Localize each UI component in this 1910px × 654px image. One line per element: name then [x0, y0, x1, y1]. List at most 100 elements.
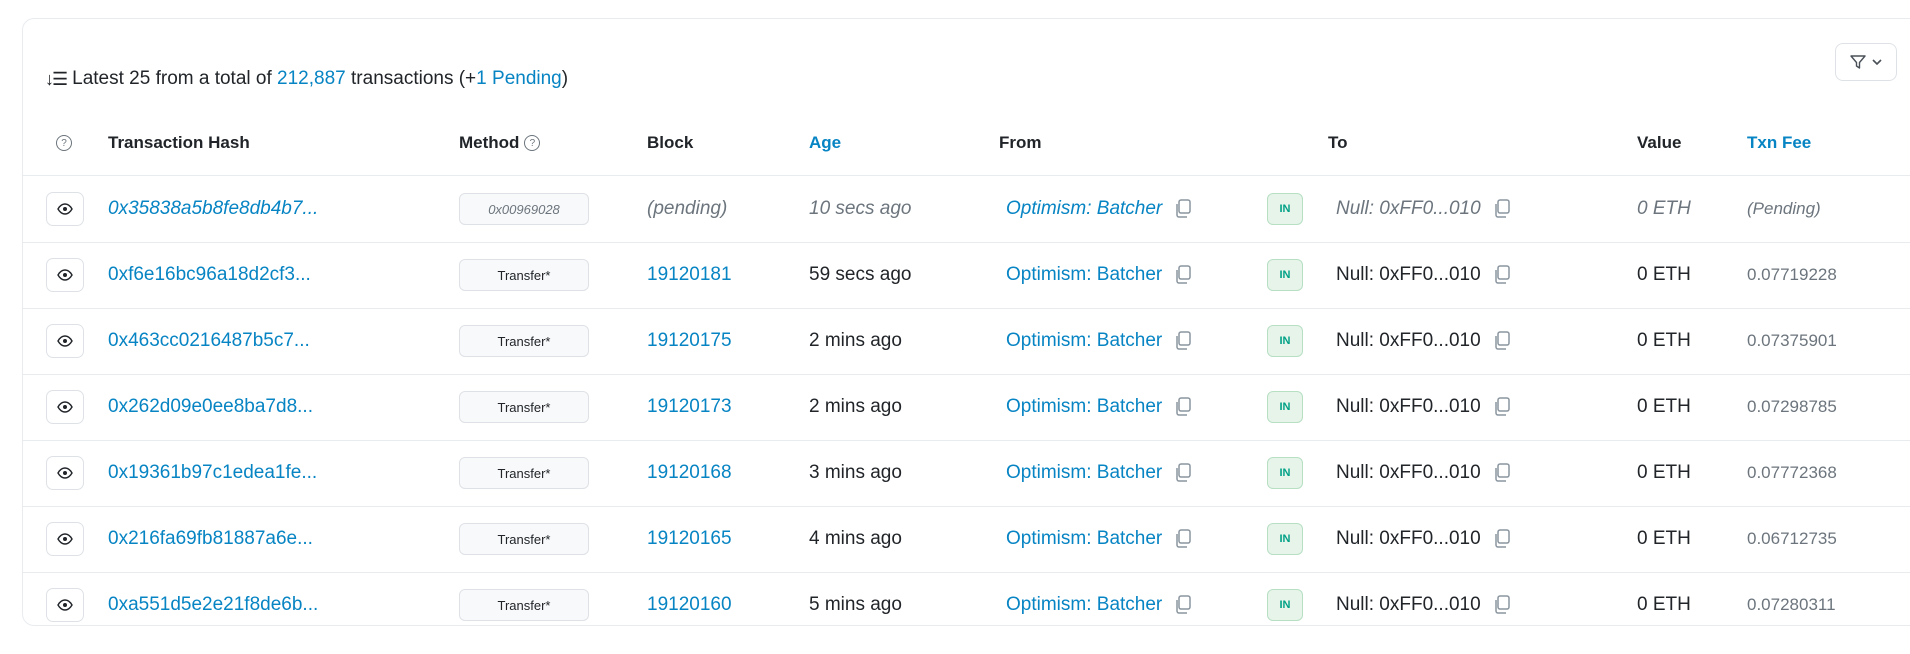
copy-icon[interactable]	[1174, 595, 1192, 615]
copy-icon[interactable]	[1493, 529, 1511, 549]
copy-icon[interactable]	[1493, 265, 1511, 285]
hash-column-header: Transaction Hash	[108, 133, 250, 152]
age-text: 2 mins ago	[809, 330, 902, 351]
view-details-button[interactable]	[46, 456, 84, 490]
transaction-hash-link[interactable]: 0x35838a5b8fe8db4b7...	[108, 176, 318, 242]
block-link[interactable]: 19120181	[647, 242, 732, 308]
filter-icon	[1850, 55, 1866, 69]
total-transactions-link[interactable]: 212,887	[277, 68, 346, 90]
fee-column-header[interactable]: Txn Fee	[1747, 111, 1811, 175]
copy-icon[interactable]	[1493, 463, 1511, 483]
view-details-button[interactable]	[46, 324, 84, 358]
view-details-button[interactable]	[46, 588, 84, 622]
direction-badge: IN	[1267, 193, 1303, 225]
filter-button[interactable]	[1835, 43, 1897, 81]
transaction-hash-link[interactable]: 0x262d09e0ee8ba7d8...	[108, 374, 313, 440]
copy-icon[interactable]	[1493, 331, 1511, 351]
from-address-link[interactable]: Optimism: Batcher	[1006, 462, 1162, 484]
copy-icon[interactable]	[1174, 397, 1192, 417]
copy-icon[interactable]	[1493, 595, 1511, 615]
transaction-hash-link[interactable]: 0xf6e16bc96a18d2cf3...	[108, 242, 311, 308]
age-column-header[interactable]: Age	[809, 111, 841, 175]
to-address: Null: 0xFF0...010	[1336, 264, 1481, 285]
txn-fee-text: 0.07298785	[1747, 397, 1837, 416]
eye-icon	[57, 401, 73, 413]
view-details-button[interactable]	[46, 192, 84, 226]
copy-icon[interactable]	[1174, 199, 1192, 219]
from-address-link[interactable]: Optimism: Batcher	[1006, 528, 1162, 550]
age-text: 10 secs ago	[809, 198, 912, 219]
method-badge: Transfer*	[459, 391, 589, 423]
help-icon[interactable]: ?	[56, 135, 72, 151]
block-link[interactable]: 19120175	[647, 308, 732, 374]
transaction-hash-link[interactable]: 0x463cc0216487b5c7...	[108, 308, 310, 374]
to-address: Null: 0xFF0...010	[1336, 462, 1481, 483]
table-row: 0x216fa69fb81887a6e... Transfer* 1912016…	[23, 506, 1910, 573]
copy-icon[interactable]	[1493, 199, 1511, 219]
block-link[interactable]: 19120173	[647, 374, 732, 440]
copy-icon[interactable]	[1493, 397, 1511, 417]
to-column-header: To	[1328, 133, 1348, 152]
method-help-icon[interactable]: ?	[524, 135, 541, 151]
value-text: 0 ETH	[1637, 462, 1691, 483]
direction-badge: IN	[1267, 325, 1303, 357]
eye-icon	[57, 533, 73, 545]
value-text: 0 ETH	[1637, 264, 1691, 285]
direction-badge: IN	[1267, 589, 1303, 621]
to-address: Null: 0xFF0...010	[1336, 528, 1481, 549]
copy-icon[interactable]	[1174, 529, 1192, 549]
method-column-header: Method?	[459, 111, 541, 175]
txn-fee-text: (Pending)	[1747, 199, 1821, 218]
pending-transactions-link[interactable]: 1 Pending	[476, 68, 562, 90]
from-column-header: From	[999, 133, 1042, 152]
view-details-button[interactable]	[46, 258, 84, 292]
to-address: Null: 0xFF0...010	[1336, 198, 1481, 219]
to-cell: Null: 0xFF0...010	[1336, 440, 1511, 506]
to-cell: Null: 0xFF0...010	[1336, 572, 1511, 625]
method-badge: Transfer*	[459, 325, 589, 357]
transactions-summary: ↓☰ Latest 25 from a total of 212,887 tra…	[45, 49, 568, 109]
transactions-card: ↓☰ Latest 25 from a total of 212,887 tra…	[22, 18, 1910, 626]
view-details-button[interactable]	[46, 522, 84, 556]
from-address-link[interactable]: Optimism: Batcher	[1006, 198, 1162, 220]
copy-icon[interactable]	[1174, 265, 1192, 285]
transaction-hash-link[interactable]: 0x19361b97c1edea1fe...	[108, 440, 317, 506]
age-text: 4 mins ago	[809, 528, 902, 549]
value-text: 0 ETH	[1637, 330, 1691, 351]
transaction-hash-link[interactable]: 0xa551d5e2e21f8de6b...	[108, 572, 318, 625]
sort-descending-icon: ↓☰	[45, 68, 68, 89]
from-address-link[interactable]: Optimism: Batcher	[1006, 396, 1162, 418]
method-badge: Transfer*	[459, 523, 589, 555]
to-address: Null: 0xFF0...010	[1336, 396, 1481, 417]
eye-icon	[57, 203, 73, 215]
eye-icon	[57, 269, 73, 281]
table-row: 0xf6e16bc96a18d2cf3... Transfer* 1912018…	[23, 242, 1910, 309]
from-cell: Optimism: Batcher	[1006, 374, 1192, 440]
copy-icon[interactable]	[1174, 331, 1192, 351]
table-row: 0x19361b97c1edea1fe... Transfer* 1912016…	[23, 440, 1910, 507]
block-link[interactable]: 19120168	[647, 440, 732, 506]
method-header-label: Method	[459, 133, 520, 152]
to-cell: Null: 0xFF0...010	[1336, 374, 1511, 440]
block-status: (pending)	[647, 198, 728, 219]
age-text: 2 mins ago	[809, 396, 902, 417]
txn-fee-text: 0.07772368	[1747, 463, 1837, 482]
direction-badge: IN	[1267, 259, 1303, 291]
transaction-hash-link[interactable]: 0x216fa69fb81887a6e...	[108, 506, 313, 572]
from-address-link[interactable]: Optimism: Batcher	[1006, 594, 1162, 616]
block-link[interactable]: 19120165	[647, 506, 732, 572]
from-address-link[interactable]: Optimism: Batcher	[1006, 330, 1162, 352]
from-address-link[interactable]: Optimism: Batcher	[1006, 264, 1162, 286]
block-link[interactable]: 19120160	[647, 572, 732, 625]
txn-fee-text: 0.06712735	[1747, 529, 1837, 548]
copy-icon[interactable]	[1174, 463, 1192, 483]
to-cell: Null: 0xFF0...010	[1336, 308, 1511, 374]
table-header: ? Transaction Hash Method? Block Age Fro…	[23, 111, 1910, 176]
table-row: 0x35838a5b8fe8db4b7... 0x00969028 (pendi…	[23, 176, 1910, 243]
from-cell: Optimism: Batcher	[1006, 440, 1192, 506]
view-details-button[interactable]	[46, 390, 84, 424]
method-badge: Transfer*	[459, 457, 589, 489]
direction-badge: IN	[1267, 523, 1303, 555]
eye-icon	[57, 335, 73, 347]
txn-fee-text: 0.07719228	[1747, 265, 1837, 284]
